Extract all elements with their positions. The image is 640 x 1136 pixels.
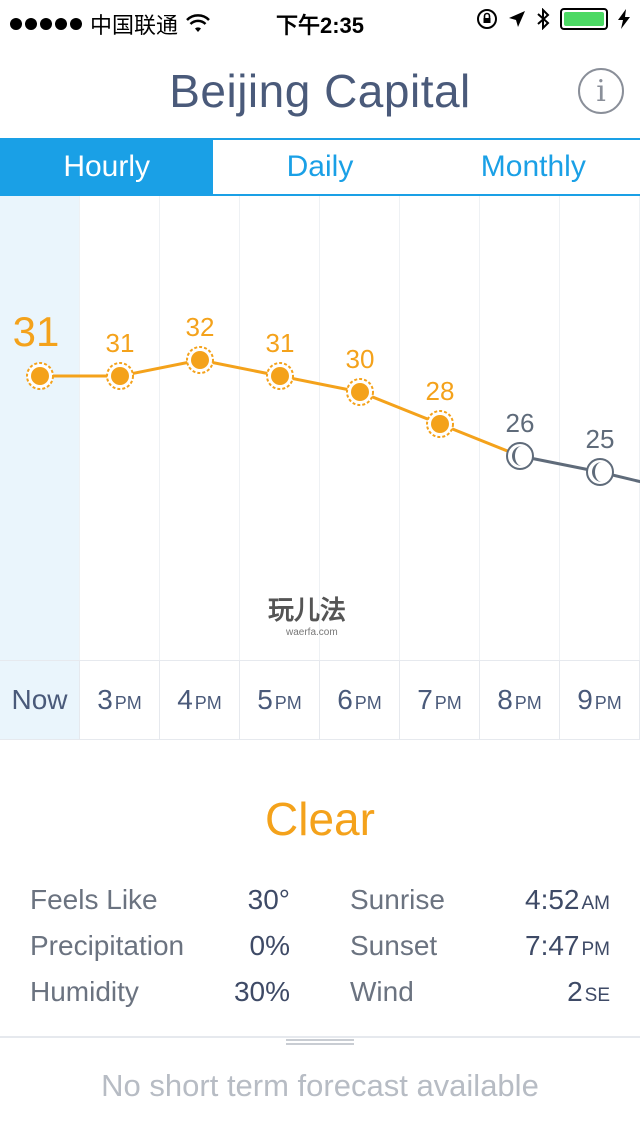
info-button[interactable]: i [578,68,624,114]
sunrise-value: 4:52 AM [525,884,610,916]
sunrise-time: 4:52 [525,884,580,915]
hour-label: 3 [97,684,113,715]
hour-suffix: PM [434,692,462,713]
sun-icon-core [271,367,289,385]
wind-label: Wind [350,976,414,1007]
hour-label: Now [11,684,68,715]
hour-label: 9 [577,684,593,715]
sunrise-ampm: AM [581,893,611,914]
temperature-label: 31 [106,328,135,358]
hour-suffix: PM [194,692,222,713]
watermark: 玩儿法 waerfa.com [268,590,346,638]
bluetooth-icon [537,8,550,30]
header: Beijing Capital i [0,40,640,138]
temperature-label: 31 [266,328,295,358]
hour-label: 6 [337,684,353,715]
short-term-forecast-message: No short term forecast available [101,1068,539,1103]
precipitation-value: 0% [249,930,290,961]
precipitation-label: Precipitation [30,930,185,961]
tab-hourly[interactable]: Hourly [0,140,214,194]
rotation-lock-icon [477,9,497,29]
battery-icon [560,8,608,30]
charging-icon [618,9,630,29]
hour-suffix: PM [514,692,542,713]
wind-direction: SE [584,985,610,1006]
temperature-label: 32 [186,312,215,342]
wind-value: 2 SE [567,976,610,1008]
sun-icon-core [31,367,49,385]
temperature-label: 28 [426,376,455,406]
details-row: Humidity 30% Wind 2 SE [0,976,640,1022]
sun-icon-core [111,367,129,385]
hour-label: 5 [257,684,273,715]
hour-6pm[interactable]: 6 PM [320,661,400,739]
hour-5pm[interactable]: 5 PM [240,661,320,739]
temperature-label: 30 [346,344,375,374]
sunset-time: 7:47 [525,930,580,961]
hours-row: Now 3 PM 4 PM 5 PM 6 PM 7 PM 8 PM 9 PM [0,660,640,740]
temperature-label: 31 [13,308,60,355]
condition-label: Clear [265,793,375,845]
status-bar: 中国联通 下午2:35 [0,0,640,40]
weather-details: Feels Like 30° Sunrise 4:52 AM Precipitat… [0,884,640,1022]
sunrise-label: Sunrise [350,884,445,915]
hour-suffix: PM [274,692,302,713]
hour-9pm[interactable]: 9 PM [560,661,640,739]
moon-icon [586,458,614,486]
hour-label: 8 [497,684,513,715]
hour-suffix: PM [594,692,622,713]
hour-label: 4 [177,684,193,715]
sunset-label: Sunset [350,930,438,961]
hour-now[interactable]: Now [0,661,80,739]
drag-handle[interactable] [286,1039,354,1045]
divider [0,1036,640,1038]
tab-bar: Hourly Daily Monthly [0,138,640,196]
hour-3pm[interactable]: 3 PM [80,661,160,739]
tab-daily[interactable]: Daily [213,140,426,194]
feels-like-label: Feels Like [30,884,158,915]
page-title: Beijing Capital [169,65,471,117]
sunset-value: 7:47 PM [525,930,610,962]
location-icon [509,11,525,27]
hour-suffix: PM [354,692,382,713]
wind-speed: 2 [567,976,583,1007]
sun-icon-core [431,415,449,433]
sun-icon-core [191,351,209,369]
humidity-label: Humidity [30,976,139,1007]
watermark-text: 玩儿法 [268,595,347,625]
moon-icon [506,442,534,470]
tab-monthly[interactable]: Monthly [427,140,640,194]
hour-label: 7 [417,684,433,715]
details-row: Precipitation 0% Sunset 7:47 PM [0,930,640,976]
temperature-label: 25 [586,424,615,454]
hour-8pm[interactable]: 8 PM [480,661,560,739]
info-icon: i [596,73,606,109]
temperature-label: 26 [506,408,535,438]
humidity-value: 30% [233,976,290,1007]
hour-7pm[interactable]: 7 PM [400,661,480,739]
sunset-ampm: PM [581,939,611,960]
feels-like-value: 30° [247,884,290,915]
hour-suffix: PM [114,692,142,713]
status-icons [476,8,630,30]
details-row: Feels Like 30° Sunrise 4:52 AM [0,884,640,930]
sun-icon-core [351,383,369,401]
watermark-sub: waerfa.com [286,627,338,638]
hour-4pm[interactable]: 4 PM [160,661,240,739]
